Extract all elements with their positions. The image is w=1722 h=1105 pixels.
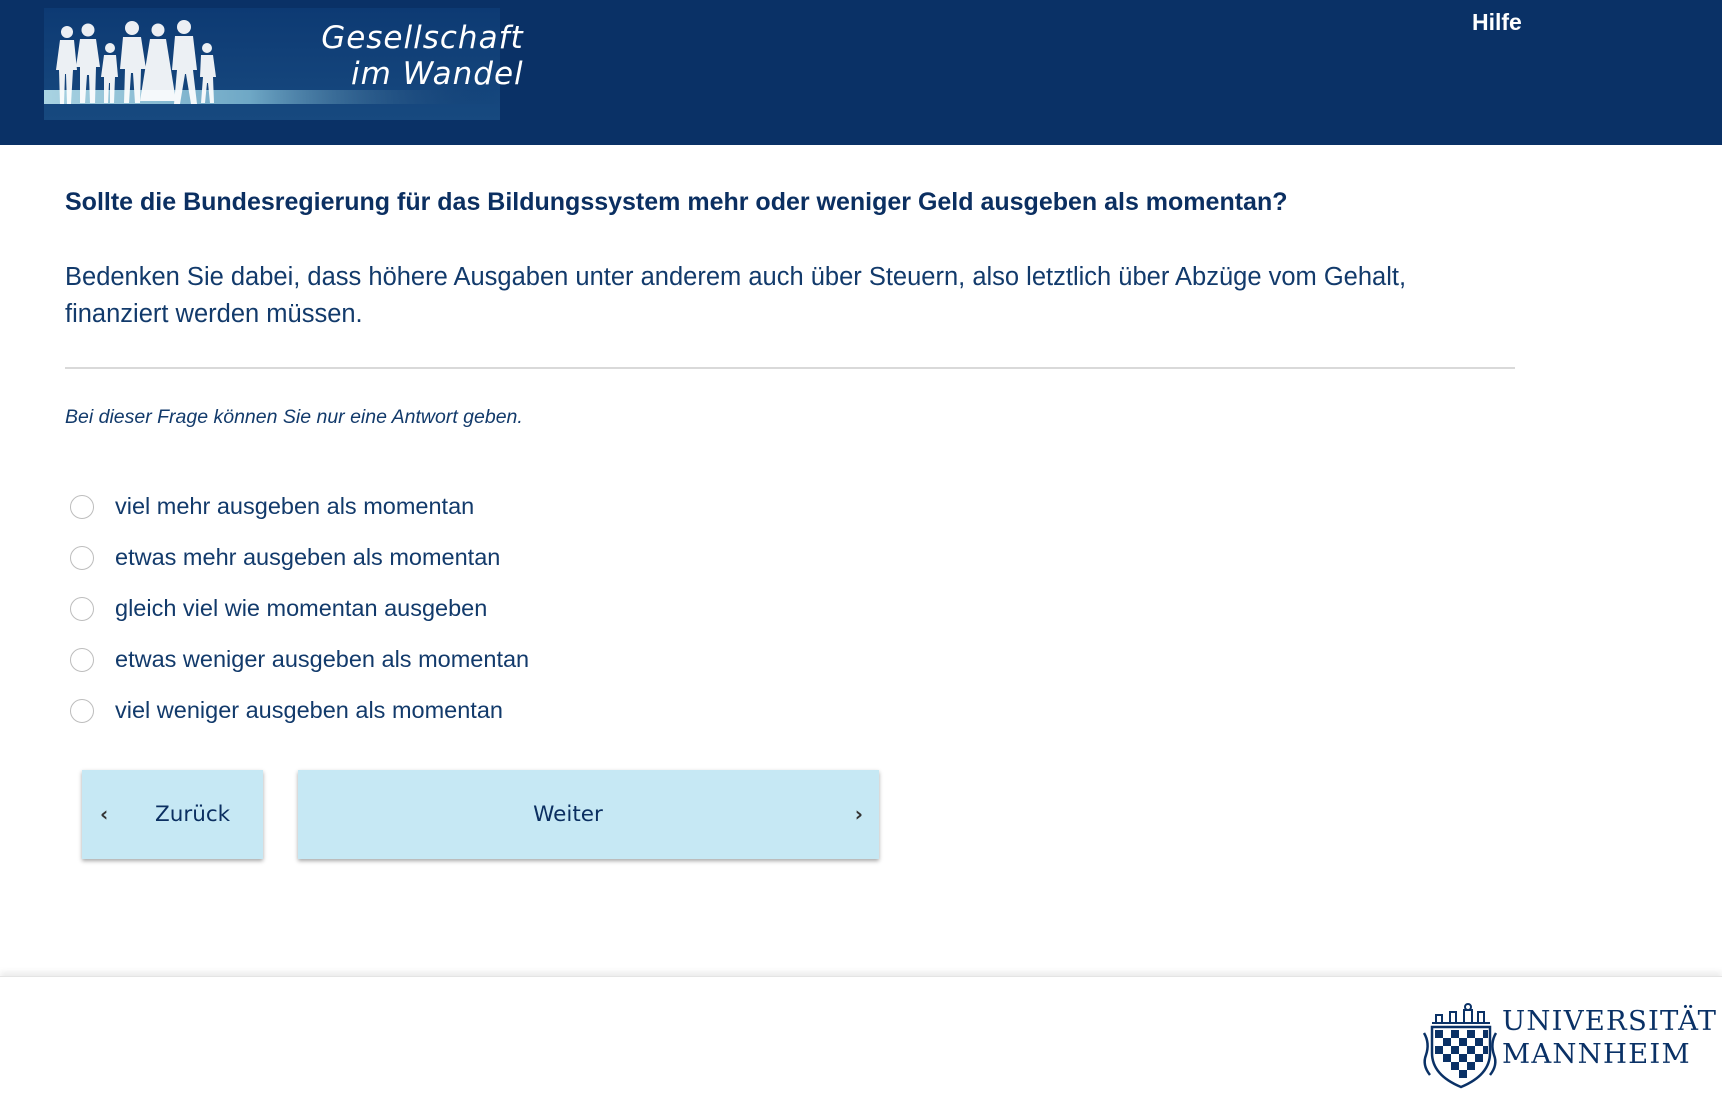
answer-option-label[interactable]: gleich viel wie momentan ausgeben (115, 595, 487, 622)
logo-title-line2: im Wandel (351, 56, 524, 92)
divider (65, 367, 1515, 369)
question-hint: Bedenken Sie dabei, dass höhere Ausgaben… (65, 263, 1407, 328)
university-logo: UNIVERSITÄT MANNHEIM (1420, 1003, 1722, 1093)
answer-option-label[interactable]: etwas weniger ausgeben als momentan (115, 646, 529, 673)
radio-button[interactable] (70, 545, 94, 570)
university-name-line1: UNIVERSITÄT (1502, 1005, 1718, 1037)
answer-option-label[interactable]: viel mehr ausgeben als momentan (115, 493, 474, 520)
answer-option-label[interactable]: etwas mehr ausgeben als momentan (115, 544, 500, 571)
site-footer: UNIVERSITÄT MANNHEIM (0, 976, 1722, 1105)
question-title: Sollte die Bundesregierung für das Bildu… (65, 188, 1288, 216)
back-button-label: Zurück (155, 802, 231, 827)
site-header: Gesellschaft im Wandel Hilfe (0, 0, 1722, 145)
radio-button[interactable] (70, 494, 94, 519)
next-button-label: Weiter (533, 802, 603, 827)
answer-option[interactable]: viel mehr ausgeben als momentan (70, 481, 529, 532)
chevron-right-icon: › (854, 802, 863, 826)
university-name: UNIVERSITÄT MANNHEIM (1502, 1005, 1717, 1071)
answer-option-label[interactable]: viel weniger ausgeben als momentan (115, 697, 503, 724)
next-button[interactable]: Weiter › (298, 770, 879, 859)
answer-option[interactable]: viel weniger ausgeben als momentan (70, 685, 529, 736)
gesellschaft-im-wandel-logo: Gesellschaft im Wandel (44, 8, 523, 120)
logo-title: Gesellschaft im Wandel (299, 20, 524, 92)
answer-option[interactable]: etwas mehr ausgeben als momentan (70, 532, 529, 583)
radio-button[interactable] (70, 596, 94, 621)
logo-title-line1: Gesellschaft (321, 20, 524, 56)
back-button[interactable]: ‹ Zurück (82, 770, 263, 859)
answer-option[interactable]: gleich viel wie momentan ausgeben (70, 583, 529, 634)
help-link[interactable]: Hilfe (1472, 9, 1522, 36)
answer-option[interactable]: etwas weniger ausgeben als momentan (70, 634, 529, 685)
university-name-line2: MANNHEIM (1502, 1038, 1691, 1070)
answer-options: viel mehr ausgeben als momentan etwas me… (70, 481, 529, 736)
chevron-left-icon: ‹ (100, 802, 109, 826)
university-crest-icon (1422, 1003, 1498, 1089)
radio-button[interactable] (70, 647, 94, 672)
answer-instruction: Bei dieser Frage können Sie nur eine Ant… (65, 406, 523, 428)
radio-button[interactable] (70, 698, 94, 723)
